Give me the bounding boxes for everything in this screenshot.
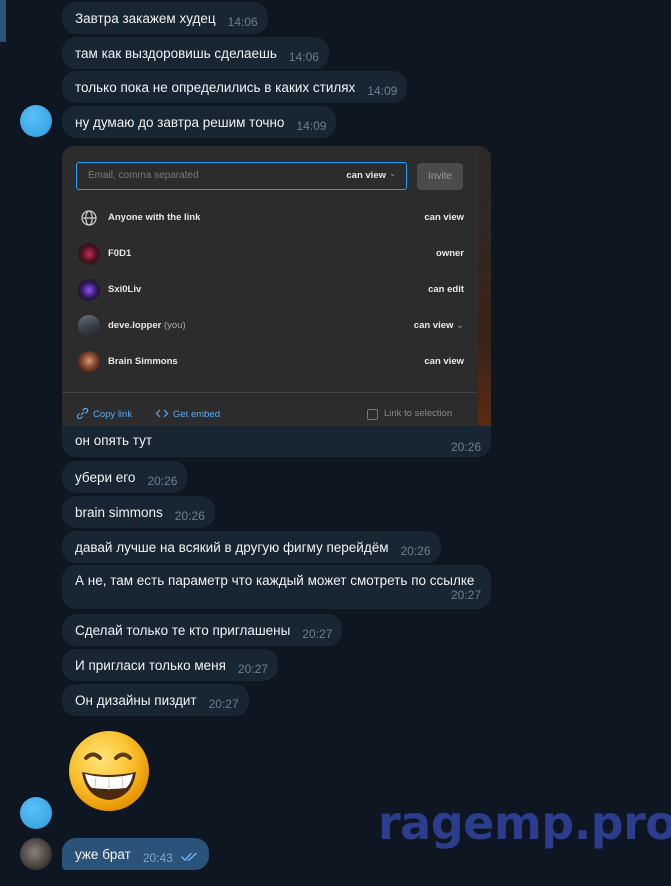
message-time: 20:26	[147, 474, 178, 488]
message-text: А не, там есть параметр что каждый может…	[75, 573, 475, 588]
copy-link-label: Copy link	[93, 409, 133, 420]
message-time: 20:26	[450, 440, 481, 454]
sender-avatar[interactable]	[20, 797, 52, 829]
double-check-icon	[180, 849, 199, 867]
message-bubble[interactable]: убери его 20:26	[62, 461, 188, 493]
share-row-name: deve.lopper (you)	[108, 320, 186, 331]
get-embed-label: Get embed	[173, 409, 220, 420]
share-row-name: Anyone with the link	[108, 212, 201, 223]
share-row-name-text: deve.lopper	[108, 320, 162, 331]
share-row: deve.lopper (you) can view ⌄	[78, 315, 464, 339]
share-row-name: Sxi0Liv	[108, 284, 142, 295]
message-time: 20:26	[400, 544, 431, 558]
you-tag: (you)	[163, 320, 186, 331]
message-time: 20:27	[208, 697, 239, 711]
shared-screenshot[interactable]: Email, comma separated can view ⌄ Invite…	[62, 146, 491, 426]
message-text: brain simmons	[75, 505, 163, 520]
chevron-down-icon: ⌄	[456, 320, 464, 331]
email-input: Email, comma separated can view ⌄	[76, 162, 407, 190]
message-text: Завтра закажем худец	[75, 11, 216, 26]
message-bubble[interactable]: Завтра закажем худец 14:06	[62, 2, 268, 34]
get-embed: Get embed	[155, 408, 220, 420]
link-icon	[76, 407, 89, 420]
avatar-icon	[78, 243, 100, 265]
message-text: Он дизайны пиздит	[75, 693, 197, 708]
message-time: 20:27	[237, 662, 268, 676]
avatar-icon	[78, 315, 100, 337]
message-bubble[interactable]: там как выздоровишь сделаешь 14:06	[62, 37, 329, 69]
message-text: убери его	[75, 470, 136, 485]
message-bubble[interactable]: А не, там есть параметр что каждый может…	[62, 565, 491, 609]
message-text: Сделай только те кто приглашены	[75, 623, 291, 638]
message-time: 14:06	[227, 15, 258, 29]
share-row-name: Brain Simmons	[108, 356, 178, 367]
message-text: только пока не определились в каких стил…	[75, 80, 356, 95]
share-row-permission: can view	[424, 356, 464, 367]
link-to-selection: Link to selection	[384, 408, 453, 419]
message-bubble[interactable]: Он дизайны пиздит 20:27	[62, 684, 249, 716]
sender-avatar[interactable]	[20, 105, 52, 137]
message-time: 14:09	[296, 119, 327, 133]
copy-link: Copy link	[76, 407, 133, 420]
message-bubble[interactable]: И пригласи только меня 20:27	[62, 649, 278, 681]
share-row: Anyone with the link can view	[78, 207, 464, 231]
message-text: уже брат	[75, 847, 131, 862]
message-text: там как выздоровишь сделаешь	[75, 46, 277, 61]
avatar-icon	[78, 279, 100, 301]
share-row: Brain Simmons can view	[78, 351, 464, 375]
my-avatar[interactable]	[20, 838, 52, 870]
invite-button: Invite	[417, 163, 463, 190]
message-bubble[interactable]: brain simmons 20:26	[62, 496, 215, 528]
share-row: Sxi0Liv can edit	[78, 279, 464, 303]
message-time: 20:27	[302, 627, 333, 641]
share-row-permission: can view ⌄	[414, 320, 464, 331]
share-row-permission: can edit	[428, 284, 464, 295]
message-text: И пригласи только меня	[75, 658, 226, 673]
code-icon	[155, 409, 169, 418]
message-text: давай лучше на всякий в другую фигму пер…	[75, 540, 389, 555]
permission-select: can view	[346, 170, 386, 181]
message-bubble[interactable]: давай лучше на всякий в другую фигму пер…	[62, 531, 441, 563]
watermark: ragemp.pro	[378, 796, 671, 850]
share-row-permission: owner	[436, 248, 464, 259]
email-placeholder: Email, comma separated	[88, 170, 199, 181]
message-bubble[interactable]: Сделай только те кто приглашены 20:27	[62, 614, 343, 646]
avatar-icon	[78, 351, 100, 373]
message-time: 20:26	[174, 509, 205, 523]
message-bubble[interactable]: только пока не определились в каких стил…	[62, 71, 408, 103]
grinning-emoji-icon[interactable]	[66, 728, 152, 814]
message-time: 14:06	[288, 50, 319, 64]
message-text: он опять тут	[75, 433, 153, 448]
screenshot-edge	[478, 146, 491, 426]
divider	[62, 392, 478, 393]
message-time: 20:43	[142, 851, 173, 865]
checkbox	[367, 409, 378, 420]
share-row-name: F0D1	[108, 248, 132, 259]
globe-icon	[78, 207, 100, 229]
outgoing-message-bubble[interactable]: уже брат 20:43	[62, 838, 209, 870]
message-bubble[interactable]: ну думаю до завтра решим точно 14:09	[62, 106, 337, 138]
left-edge-marker	[0, 0, 6, 42]
share-row: F0D1 owner	[78, 243, 464, 267]
message-bubble[interactable]: он опять тут 20:26	[62, 426, 491, 457]
share-row-permission-text: can view	[413, 320, 454, 331]
message-time: 14:09	[367, 84, 398, 98]
message-text: ну думаю до завтра решим точно	[75, 115, 285, 130]
message-time: 20:27	[450, 588, 481, 602]
share-row-permission: can view	[424, 212, 464, 223]
chevron-down-icon: ⌄	[389, 169, 396, 178]
